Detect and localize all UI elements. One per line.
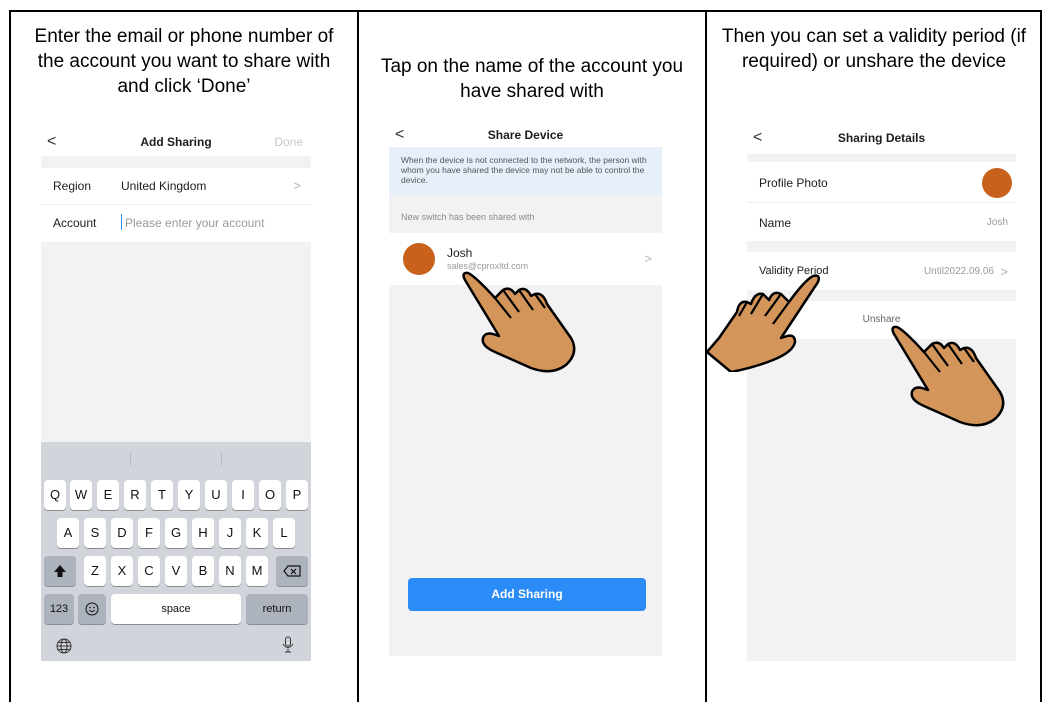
key-u[interactable]: U (205, 480, 227, 510)
pointing-hand-icon (705, 274, 821, 372)
key-h[interactable]: H (192, 518, 214, 548)
nav-bar: < Sharing Details (747, 124, 1016, 154)
add-sharing-button[interactable]: Add Sharing (408, 578, 646, 611)
table-border-left (9, 10, 11, 702)
instruction-table: Enter the email or phone number of the a… (0, 0, 1042, 702)
profile-photo-label: Profile Photo (759, 176, 828, 190)
key-g[interactable]: G (165, 518, 187, 548)
key-l[interactable]: L (273, 518, 295, 548)
profile-photo-row: Profile Photo (747, 162, 1016, 203)
phone-screen-add-sharing: < Add Sharing Done Region United Kingdom… (41, 126, 311, 661)
account-label: Account (53, 216, 97, 230)
table-border-mid1 (357, 10, 359, 702)
key-y[interactable]: Y (178, 480, 200, 510)
key-a[interactable]: A (57, 518, 79, 548)
key-x[interactable]: X (111, 556, 133, 586)
key-d[interactable]: D (111, 518, 133, 548)
account-row: Account Please enter your account (41, 205, 311, 241)
table-top-border (9, 10, 1042, 12)
region-row[interactable]: Region United Kingdom > (41, 168, 311, 205)
microphone-icon[interactable] (282, 636, 294, 654)
name-label: Name (759, 216, 792, 230)
key-q[interactable]: Q (44, 480, 66, 510)
key-e[interactable]: E (97, 480, 119, 510)
chevron-right-icon: > (293, 178, 301, 193)
space-key[interactable]: space (111, 594, 241, 624)
empty-area (41, 242, 311, 442)
key-k[interactable]: K (246, 518, 268, 548)
user-name: Josh (447, 246, 473, 260)
key-m[interactable]: M (246, 556, 268, 586)
pointing-hand-icon (891, 325, 1005, 427)
key-r[interactable]: R (124, 480, 146, 510)
nav-bar: < Add Sharing Done (41, 128, 311, 158)
page-title: Add Sharing (140, 135, 212, 149)
key-f[interactable]: F (138, 518, 160, 548)
caption-step-3: Then you can set a validity period (if r… (721, 26, 1027, 72)
shift-key[interactable] (44, 556, 76, 586)
region-value: United Kingdom (121, 179, 207, 193)
avatar (403, 243, 435, 275)
section-header: New switch has been shared with (401, 212, 535, 222)
predictive-bar (41, 442, 311, 474)
return-key[interactable]: return (246, 594, 308, 624)
key-j[interactable]: J (219, 518, 241, 548)
key-t[interactable]: T (151, 480, 173, 510)
page-title: Sharing Details (837, 131, 926, 145)
shift-icon (54, 565, 66, 577)
chevron-right-icon: > (644, 251, 652, 266)
key-i[interactable]: I (232, 480, 254, 510)
key-s[interactable]: S (84, 518, 106, 548)
globe-icon[interactable] (56, 638, 72, 654)
numbers-key[interactable]: 123 (44, 594, 74, 624)
phone-screen-share-device: < Share Device When the device is not co… (389, 121, 662, 656)
name-row: Name Josh (747, 203, 1016, 241)
divider (41, 156, 311, 168)
key-w[interactable]: W (70, 480, 92, 510)
key-v[interactable]: V (165, 556, 187, 586)
name-value: Josh (986, 217, 1008, 228)
caption-step-1: Enter the email or phone number of the a… (34, 26, 334, 97)
pointing-hand-icon (462, 271, 576, 373)
chevron-right-icon: > (1000, 264, 1008, 279)
key-z[interactable]: Z (84, 556, 106, 586)
backspace-key[interactable] (276, 556, 308, 586)
emoji-key[interactable] (78, 594, 106, 624)
page-title: Share Device (487, 128, 564, 142)
validity-value: Until2022.09.06 (923, 266, 994, 277)
account-input[interactable]: Please enter your account (125, 216, 264, 230)
caption-step-2: Tap on the name of the account you have … (380, 56, 684, 102)
emoji-icon (85, 602, 99, 616)
key-b[interactable]: B (192, 556, 214, 586)
region-label: Region (53, 179, 92, 193)
key-p[interactable]: P (286, 480, 308, 510)
keyboard: Q W E R T Y U I O P A S D F G H J K L Z … (41, 442, 311, 661)
text-cursor (121, 214, 122, 230)
key-c[interactable]: C (138, 556, 160, 586)
notice-banner: When the device is not connected to the … (389, 147, 662, 195)
key-n[interactable]: N (219, 556, 241, 586)
backspace-icon (283, 565, 301, 577)
key-o[interactable]: O (259, 480, 281, 510)
done-button[interactable]: Done (274, 135, 303, 149)
avatar (982, 168, 1012, 198)
